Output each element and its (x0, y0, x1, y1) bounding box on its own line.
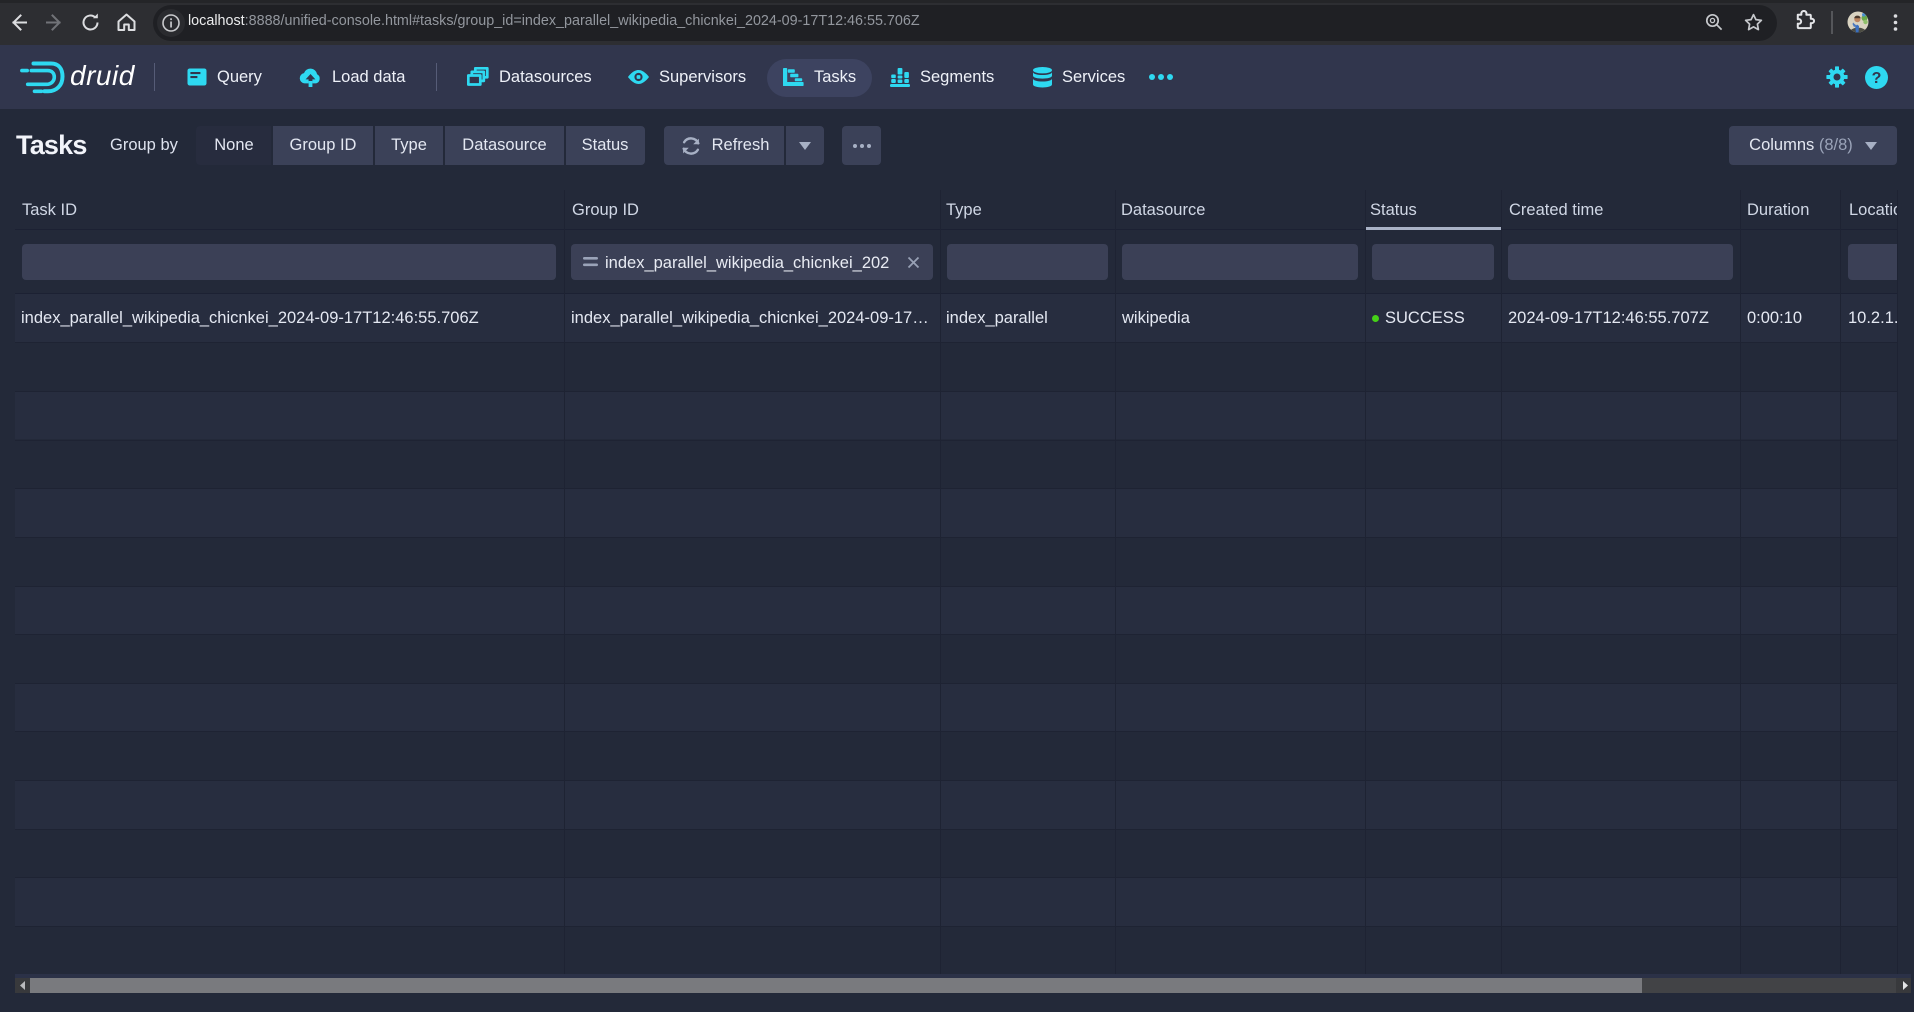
svg-text:druid: druid (70, 60, 136, 91)
svg-text:?: ? (1872, 70, 1882, 87)
